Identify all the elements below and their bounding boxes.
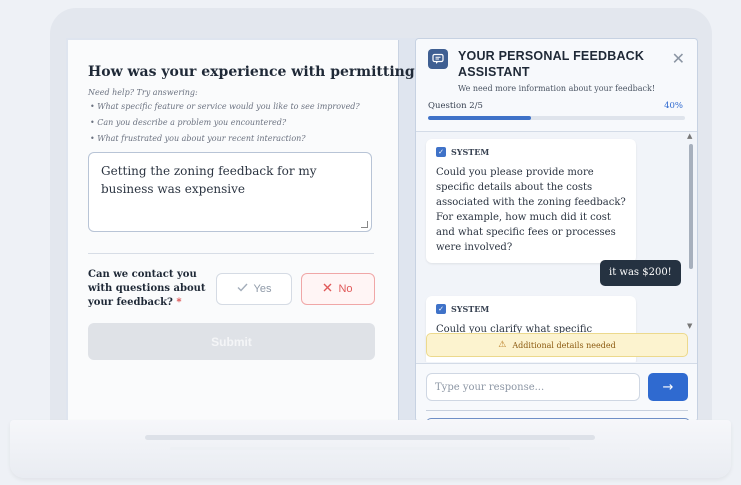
- x-icon: [323, 283, 332, 295]
- answer-text: Getting the zoning feedback for my busin…: [101, 164, 317, 196]
- sender-label: SYSTEM: [451, 147, 490, 157]
- chat-bubble-icon: [428, 49, 448, 69]
- hint-item: • What frustrated you about your recent …: [90, 134, 306, 143]
- alert-text: Additional details needed: [512, 340, 616, 350]
- sender-label: SYSTEM: [451, 304, 490, 314]
- message-sender: ✓ SYSTEM: [436, 304, 626, 314]
- assistant-header: YOUR PERSONAL FEEDBACK ASSISTANT ✕ We ne…: [416, 39, 697, 132]
- progress-label: Question 2/5: [428, 101, 483, 111]
- answer-textarea[interactable]: Getting the zoning feedback for my busin…: [88, 152, 372, 232]
- submit-button[interactable]: Submit: [88, 323, 375, 360]
- hint-item: • Can you describe a problem you encount…: [90, 118, 287, 127]
- check-icon: [237, 283, 248, 295]
- no-label: No: [338, 283, 353, 295]
- alert-banner: ⚠ Additional details needed: [426, 333, 688, 357]
- contact-question-text: Can we contact you with questions about …: [88, 269, 206, 308]
- feedback-form: How was your experience with permitting?…: [68, 40, 423, 422]
- assistant-subtitle: We need more information about your feed…: [458, 84, 656, 93]
- yes-label: Yes: [253, 283, 272, 295]
- checkbox-icon: ✓: [436, 147, 446, 157]
- progress-fill: [428, 116, 531, 120]
- hint-list: • What specific feature or service would…: [90, 102, 360, 150]
- assistant-title: YOUR PERSONAL FEEDBACK ASSISTANT: [458, 49, 645, 79]
- arrow-right-icon: →: [662, 379, 674, 395]
- question-title: How was your experience with permitting?: [88, 64, 423, 80]
- scroll-up-icon[interactable]: ▲: [687, 132, 692, 140]
- laptop-hinge: [145, 435, 595, 440]
- response-input[interactable]: [426, 373, 640, 401]
- checkbox-icon: ✓: [436, 304, 446, 314]
- help-label: Need help? Try answering:: [88, 88, 198, 97]
- keyboard-row: [170, 455, 570, 458]
- progress-bar: [428, 116, 685, 120]
- message-scrollbar[interactable]: ▲ ▼: [687, 132, 694, 332]
- system-message: ✓ SYSTEM Could you please provide more s…: [426, 139, 636, 263]
- contact-question: Can we contact you with questions about …: [88, 268, 208, 310]
- close-icon[interactable]: ✕: [672, 49, 685, 68]
- required-mark: *: [176, 297, 182, 308]
- hint-item: • What specific feature or service would…: [90, 102, 360, 111]
- scroll-thumb[interactable]: [689, 144, 693, 269]
- progress-percent: 40%: [664, 101, 683, 111]
- resize-handle-icon[interactable]: [361, 221, 368, 228]
- message-sender: ✓ SYSTEM: [436, 147, 626, 157]
- warning-icon: ⚠: [498, 340, 507, 350]
- response-area: →: [416, 363, 697, 421]
- message-text: Could you please provide more specific d…: [436, 167, 626, 253]
- feedback-assistant-panel: YOUR PERSONAL FEEDBACK ASSISTANT ✕ We ne…: [415, 38, 698, 422]
- divider: [426, 410, 688, 411]
- scroll-down-icon[interactable]: ▼: [687, 322, 692, 330]
- divider: [88, 253, 374, 254]
- keyboard-row: [170, 447, 570, 450]
- message-list: ✓ SYSTEM Could you please provide more s…: [416, 132, 688, 362]
- yes-button[interactable]: Yes: [216, 273, 292, 305]
- no-button[interactable]: No: [301, 273, 375, 305]
- send-button[interactable]: →: [648, 373, 688, 401]
- user-message: it was $200!: [600, 260, 681, 286]
